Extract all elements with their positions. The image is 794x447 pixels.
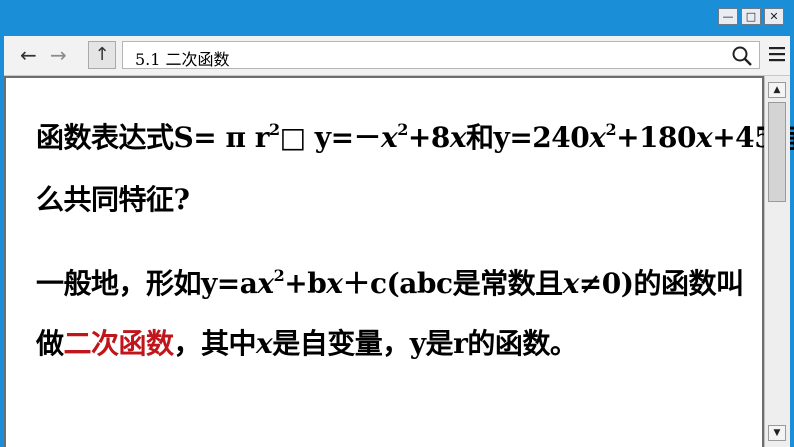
text-segment: 做: [36, 327, 64, 360]
forward-button[interactable]: →: [50, 44, 67, 66]
menu-icon[interactable]: [768, 45, 786, 63]
text-line-4: 做二次函数，其中x是自变量，y是r的函数。: [36, 322, 578, 362]
text-line-2: 么共同特征?: [36, 178, 190, 218]
address-bar[interactable]: 5.1 二次函数: [122, 41, 760, 69]
variable-x: x: [449, 121, 467, 154]
highlighted-term: 二次函数: [63, 327, 175, 360]
up-button[interactable]: ↑: [88, 41, 116, 69]
navigation-toolbar: ← → ↑ 5.1 二次函数: [4, 36, 790, 76]
formula-segment: y=a: [201, 267, 258, 300]
close-button[interactable]: ✕: [764, 8, 784, 25]
variable-x: x: [696, 121, 713, 154]
formula-segment: +8: [407, 121, 450, 154]
formula-segment: y=240: [493, 121, 590, 154]
minimize-button[interactable]: —: [718, 8, 738, 25]
text-segment: 一般地，形如: [36, 267, 202, 300]
formula-segment: ?: [173, 183, 190, 216]
variable-x: x: [589, 121, 606, 154]
title-bar: — □ ✕: [0, 0, 794, 36]
content-pane: 函数表达式S= π r2□ y=－x2+8x和y=240x2+180x+45有什…: [4, 76, 794, 447]
variable-x: x: [256, 327, 273, 360]
text-segment: 么共同特征: [36, 183, 174, 216]
window-controls: — □ ✕: [718, 8, 784, 25]
formula-segment: +180: [616, 121, 696, 154]
text-segment: 的函数叫: [633, 267, 744, 300]
formula-segment: +b: [284, 267, 327, 300]
text-segment: 和: [466, 121, 494, 154]
scrollbar-thumb[interactable]: [768, 102, 786, 202]
address-text: 5.1 二次函数: [135, 50, 230, 69]
variable-x: x: [562, 267, 580, 300]
text-segment: 是: [425, 327, 454, 360]
superscript: 2: [397, 119, 408, 139]
text-line-3: 一般地，形如y=ax2+bx＋c(abc是常数且x≠0)的函数叫: [36, 262, 744, 302]
superscript: 2: [605, 119, 617, 139]
maximize-button[interactable]: □: [741, 8, 761, 25]
text-segment: 是自变量，: [272, 327, 410, 360]
variable-x: x: [326, 267, 343, 300]
scroll-up-icon[interactable]: ▲: [768, 82, 786, 98]
variable-x: x: [381, 121, 398, 154]
scroll-down-icon[interactable]: ▼: [768, 425, 786, 441]
text-line-1: 函数表达式S= π r2□ y=－x2+8x和y=240x2+180x+45有什: [36, 116, 794, 156]
superscript: 2: [268, 119, 280, 139]
formula-segment: y: [409, 327, 426, 360]
text-segment: 函数表达式: [36, 121, 174, 154]
text-segment: 的函数。: [467, 327, 578, 360]
formula-segment: r: [453, 327, 468, 360]
variable-x: x: [257, 267, 274, 300]
search-icon[interactable]: [731, 45, 753, 67]
vertical-scrollbar[interactable]: ▲ ▼: [764, 76, 790, 447]
text-segment: 是常数且: [452, 267, 564, 300]
formula-segment: ≠0): [578, 267, 634, 300]
back-button[interactable]: ←: [20, 44, 37, 66]
formula-segment: □ y=－: [279, 121, 382, 154]
text-segment: ，其中: [173, 327, 257, 360]
formula-segment: ＋c(abc: [342, 267, 453, 300]
formula-segment: S= π r: [173, 121, 270, 154]
superscript: 2: [273, 265, 285, 285]
